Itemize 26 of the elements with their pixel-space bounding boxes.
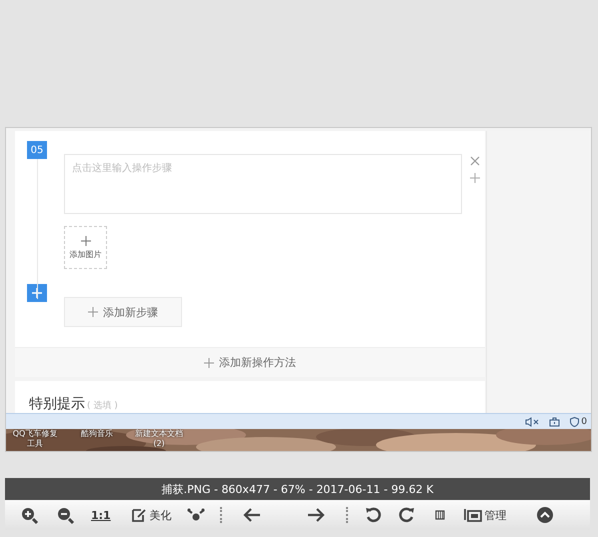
add-image-button[interactable]: 添加图片 [64, 226, 107, 269]
desktop-icon-label[interactable]: QQ飞车修复工具 [10, 429, 60, 450]
plus-icon [204, 358, 214, 368]
shield-icon[interactable] [570, 416, 580, 427]
desktop-icon-label[interactable]: 酷狗音乐 [72, 429, 122, 450]
desktop-icon-label[interactable]: 新建文本文档 (2) [134, 429, 184, 450]
mute-icon[interactable] [525, 416, 540, 427]
step-input[interactable]: 点击这里输入操作步骤 [64, 154, 462, 214]
window-icon [464, 508, 482, 522]
add-step-button[interactable]: 添加新步骤 [64, 297, 182, 327]
manage-button[interactable]: 管理 [464, 503, 507, 527]
add-method-button[interactable]: 添加新操作方法 [15, 347, 485, 377]
add-step-badge[interactable] [27, 284, 47, 302]
optional-hint: ( 选填 ) [87, 400, 118, 412]
briefcase-icon[interactable] [549, 416, 560, 427]
step-number: 05 [27, 141, 47, 159]
plus-icon [470, 173, 480, 183]
edit-icon [130, 507, 147, 523]
plus-icon [80, 236, 90, 246]
plus-icon [88, 307, 98, 317]
beautify-button[interactable]: 美化 [130, 503, 172, 527]
image-info-bar: 捕获.PNG - 860x477 - 67% - 2017-06-11 - 99.62 K [5, 478, 590, 500]
actual-size-button[interactable]: 1:1 [91, 503, 111, 527]
shield-count: 0 [581, 416, 587, 427]
close-icon[interactable] [470, 156, 480, 166]
tips-title: 特别提示 [29, 395, 85, 413]
